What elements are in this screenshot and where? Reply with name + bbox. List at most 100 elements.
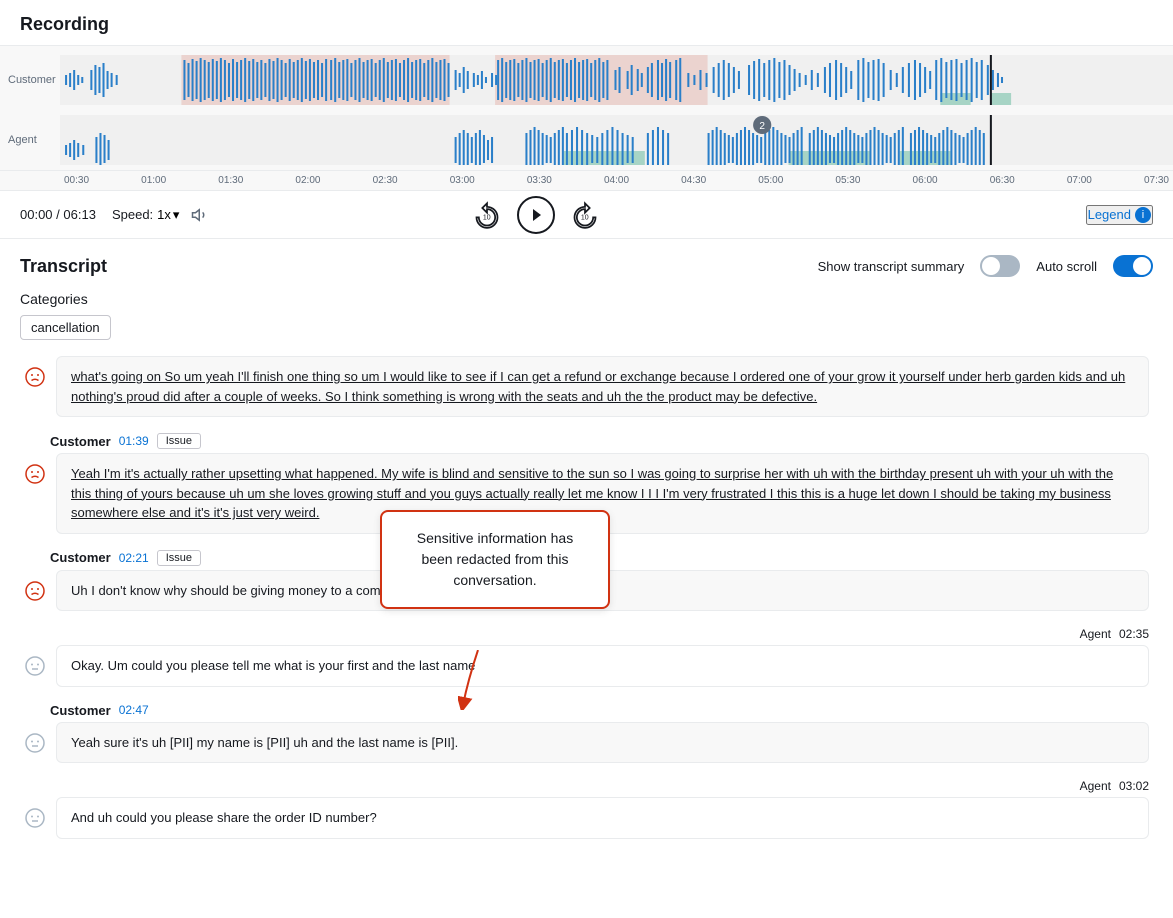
info-icon: i	[1135, 207, 1151, 223]
message-meta-5: Customer 02:47	[20, 703, 1153, 718]
current-time: 00:00	[20, 207, 53, 222]
timeline-label-12: 06:00	[913, 175, 938, 186]
legend-button[interactable]: Legend i	[1086, 205, 1153, 225]
message-bubble-4: Okay. Um could you please tell me what i…	[56, 645, 1149, 687]
agent-meta-6: Agent 03:02	[1080, 779, 1149, 793]
message-block-5: Customer 02:47 Yeah sure it's uh [PII] m…	[20, 693, 1153, 764]
redaction-notice-box: Sensitive information has been redacted …	[380, 510, 610, 609]
timeline-label-14: 07:00	[1067, 175, 1092, 186]
time-display: 00:00 / 06:13	[20, 207, 96, 222]
transcript-title: Transcript	[20, 256, 107, 277]
agent-meta-4: Agent 02:35	[1080, 627, 1149, 641]
message-row-6: And uh could you please share the order …	[20, 797, 1153, 839]
transcript-controls: Show transcript summary Auto scroll	[818, 255, 1153, 277]
message-meta-2: Customer 01:39 Issue	[20, 433, 1153, 449]
total-time: 06:13	[63, 207, 96, 222]
message-bubble-5: Yeah sure it's uh [PII] my name is [PII]…	[56, 722, 1149, 764]
message-block-1: what's going on So um yeah I'll finish o…	[20, 356, 1153, 417]
sender-2: Customer	[50, 434, 111, 449]
playback-bar: 00:00 / 06:13 Speed: 1x ▾ 10	[0, 191, 1173, 239]
rewind-10-button[interactable]: 10	[473, 201, 501, 229]
message-block-4: Agent 02:35 Okay. Um could you please te…	[20, 617, 1153, 687]
svg-text:10: 10	[581, 214, 589, 221]
messages-container: what's going on So um yeah I'll finish o…	[20, 356, 1153, 845]
timeline-label-15: 07:30	[1144, 175, 1169, 186]
sentiment-neutral-icon-4	[24, 655, 46, 677]
play-button[interactable]	[517, 196, 555, 234]
playback-controls: 10 10	[473, 196, 599, 234]
page-title: Recording	[20, 14, 109, 34]
timeline-label-7: 03:30	[527, 175, 552, 186]
sender-4: Agent	[1080, 627, 1111, 641]
waveform-container: Customer	[0, 46, 1173, 191]
sentiment-neutral-icon-6	[24, 807, 46, 829]
show-summary-label: Show transcript summary	[818, 259, 965, 274]
timeline-label-13: 06:30	[990, 175, 1015, 186]
issue-badge-2: Issue	[157, 433, 201, 449]
customer-track-label: Customer	[0, 74, 60, 86]
speed-control: Speed: 1x ▾	[112, 207, 179, 223]
timeline-label-4: 02:00	[295, 175, 320, 186]
message-text-4: Okay. Um could you please tell me what i…	[71, 658, 475, 673]
agent-track-label: Agent	[0, 134, 60, 146]
sentiment-negative-icon-1	[24, 366, 46, 388]
svg-text:2: 2	[759, 121, 765, 132]
sentiment-negative-icon-2	[24, 463, 46, 485]
redaction-arrow	[458, 650, 498, 713]
timestamp-2: 01:39	[119, 434, 149, 448]
message-text-1: what's going on So um yeah I'll finish o…	[71, 369, 1125, 404]
timeline-label-2: 01:00	[141, 175, 166, 186]
categories-section: Categories cancellation	[20, 291, 1153, 340]
transcript-header: Transcript Show transcript summary Auto …	[20, 255, 1153, 277]
sender-5: Customer	[50, 703, 111, 718]
message-row-4: Okay. Um could you please tell me what i…	[20, 645, 1153, 687]
sentiment-neutral-icon-5	[24, 732, 46, 754]
agent-track: Agent	[0, 110, 1173, 170]
timeline-label-9: 04:30	[681, 175, 706, 186]
agent-message-6: Agent 03:02	[20, 779, 1153, 797]
pii-tag-2: [PII]	[267, 735, 290, 750]
customer-waveform[interactable]	[60, 55, 1173, 105]
timestamp-6: 03:02	[1119, 779, 1149, 793]
timeline-label-6: 03:00	[450, 175, 475, 186]
forward-10-button[interactable]: 10	[571, 201, 599, 229]
message-block-3: Customer 02:21 Issue Uh I don't know why…	[20, 540, 1153, 612]
show-summary-toggle[interactable]	[980, 255, 1020, 277]
message-row-1: what's going on So um yeah I'll finish o…	[20, 356, 1153, 417]
svg-text:10: 10	[483, 214, 491, 221]
message-bubble-6: And uh could you please share the order …	[56, 797, 1149, 839]
sender-3: Customer	[50, 550, 111, 565]
issue-badge-3: Issue	[157, 550, 201, 566]
timestamp-4: 02:35	[1119, 627, 1149, 641]
customer-track: Customer	[0, 50, 1173, 110]
agent-waveform[interactable]: 2	[60, 115, 1173, 165]
timeline-label-3: 01:30	[218, 175, 243, 186]
timeline-label-1: 00:30	[64, 175, 89, 186]
volume-button[interactable]	[191, 206, 209, 224]
timeline-label-8: 04:00	[604, 175, 629, 186]
timeline-row: 00:30 01:00 01:30 02:00 02:30 03:00 03:3…	[0, 170, 1173, 190]
speed-select[interactable]: 1x ▾	[157, 207, 179, 223]
timeline-label-11: 05:30	[835, 175, 860, 186]
sender-6: Agent	[1080, 779, 1111, 793]
speed-label: Speed:	[112, 207, 153, 222]
redaction-notice-text: Sensitive information has been redacted …	[417, 530, 573, 588]
categories-title: Categories	[20, 291, 1153, 307]
page-header: Recording	[0, 0, 1173, 46]
pii-tag-1: [PII]	[170, 735, 193, 750]
chevron-down-icon: ▾	[173, 207, 180, 223]
timestamp-3: 02:21	[119, 551, 149, 565]
sentiment-negative-icon-3	[24, 580, 46, 602]
category-badge[interactable]: cancellation	[20, 315, 111, 340]
message-bubble-1: what's going on So um yeah I'll finish o…	[56, 356, 1149, 417]
timeline-label-10: 05:00	[758, 175, 783, 186]
message-row-5: Yeah sure it's uh [PII] my name is [PII]…	[20, 722, 1153, 764]
message-text-5: Yeah sure it's uh [PII] my name is [PII]…	[71, 735, 458, 750]
timestamp-5: 02:47	[119, 703, 149, 717]
message-block-6: Agent 03:02 And uh could you please shar…	[20, 769, 1153, 839]
agent-message-4: Agent 02:35	[20, 627, 1153, 645]
auto-scroll-toggle[interactable]	[1113, 255, 1153, 277]
transcript-section: Transcript Show transcript summary Auto …	[0, 239, 1173, 861]
auto-scroll-label: Auto scroll	[1036, 259, 1097, 274]
pii-tag-3: [PII]	[431, 735, 454, 750]
